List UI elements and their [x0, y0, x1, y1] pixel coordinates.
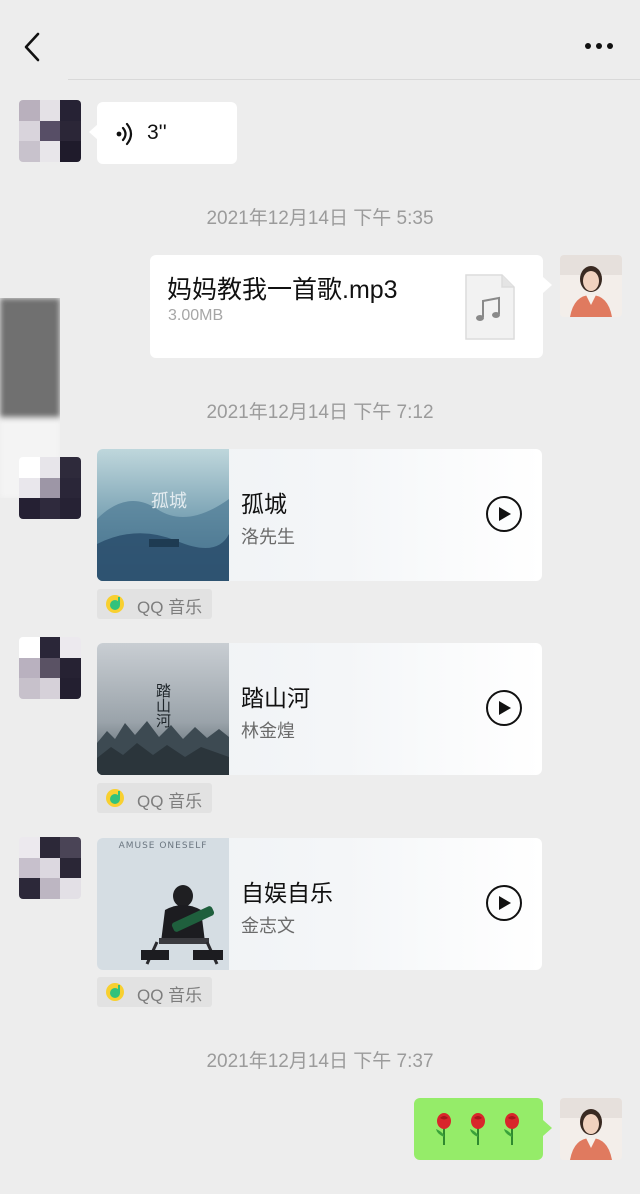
play-button[interactable] — [486, 496, 522, 532]
voice-message-bubble[interactable]: 3'' — [89, 102, 237, 164]
timestamp: 2021年12月14日 下午 7:37 — [206, 1051, 434, 1072]
cover-text: 孤城 — [151, 491, 187, 512]
file-name: 妈妈教我一首歌.mp3 — [167, 276, 398, 304]
song-artist: 金志文 — [241, 916, 295, 936]
source-label: QQ 音乐 — [137, 792, 203, 811]
contact-avatar[interactable] — [19, 457, 81, 519]
song-title: 踏山河 — [241, 685, 310, 711]
play-icon — [499, 507, 511, 521]
album-cover: AMUSE ONESELF — [97, 838, 229, 970]
qq-music-icon — [106, 595, 124, 613]
song-title: 自娱自乐 — [241, 880, 333, 906]
source-badge: QQ 音乐 — [97, 589, 212, 619]
my-avatar[interactable] — [560, 255, 622, 317]
source-badge: QQ 音乐 — [97, 783, 212, 813]
music-card[interactable]: 孤城 孤城 洛先生 — [97, 449, 542, 581]
play-icon — [499, 896, 511, 910]
timestamp: 2021年12月14日 下午 7:12 — [206, 402, 434, 423]
song-artist: 洛先生 — [241, 527, 295, 547]
my-avatar[interactable] — [560, 1098, 622, 1160]
contact-avatar[interactable] — [19, 837, 81, 899]
music-file-icon — [465, 274, 515, 340]
contact-avatar[interactable] — [19, 637, 81, 699]
album-cover: 孤城 — [97, 449, 229, 581]
chat-screen: 3'' 2021年12月14日 下午 5:35 妈妈教我一首歌.mp3 3.00… — [0, 0, 640, 1194]
voice-duration: 3'' — [147, 121, 167, 144]
rose-emoji-icon — [436, 1113, 451, 1145]
play-button[interactable] — [486, 690, 522, 726]
more-dots-icon[interactable] — [580, 36, 620, 56]
source-label: QQ 音乐 — [137, 598, 203, 617]
music-card[interactable]: AMUSE ONESELF 自娱自乐 金志文 — [97, 838, 542, 970]
play-button[interactable] — [486, 885, 522, 921]
source-badge: QQ 音乐 — [97, 977, 212, 1007]
cover-text: 踏山河 — [154, 683, 172, 728]
source-label: QQ 音乐 — [137, 986, 203, 1005]
song-title: 孤城 — [241, 491, 287, 517]
cover-text: AMUSE ONESELF — [119, 841, 208, 851]
music-card[interactable]: 踏山河 踏山河 林金煌 — [97, 643, 542, 775]
file-size: 3.00MB — [168, 307, 224, 324]
emoji-message-bubble[interactable] — [414, 1098, 552, 1160]
qq-music-icon — [106, 789, 124, 807]
song-artist: 林金煌 — [241, 721, 295, 741]
chevron-left-icon[interactable] — [18, 30, 48, 64]
qq-music-icon — [106, 983, 124, 1001]
file-message-bubble[interactable]: 妈妈教我一首歌.mp3 3.00MB — [150, 255, 552, 358]
timestamp: 2021年12月14日 下午 5:35 — [206, 208, 434, 229]
album-cover: 踏山河 — [97, 643, 229, 775]
rose-emoji-icon — [470, 1113, 485, 1145]
chat-header — [0, 0, 640, 80]
contact-avatar[interactable] — [19, 100, 81, 162]
play-icon — [499, 701, 511, 715]
rose-emoji-icon — [504, 1113, 519, 1145]
voice-wave-icon — [116, 122, 133, 146]
header-divider — [68, 79, 640, 80]
